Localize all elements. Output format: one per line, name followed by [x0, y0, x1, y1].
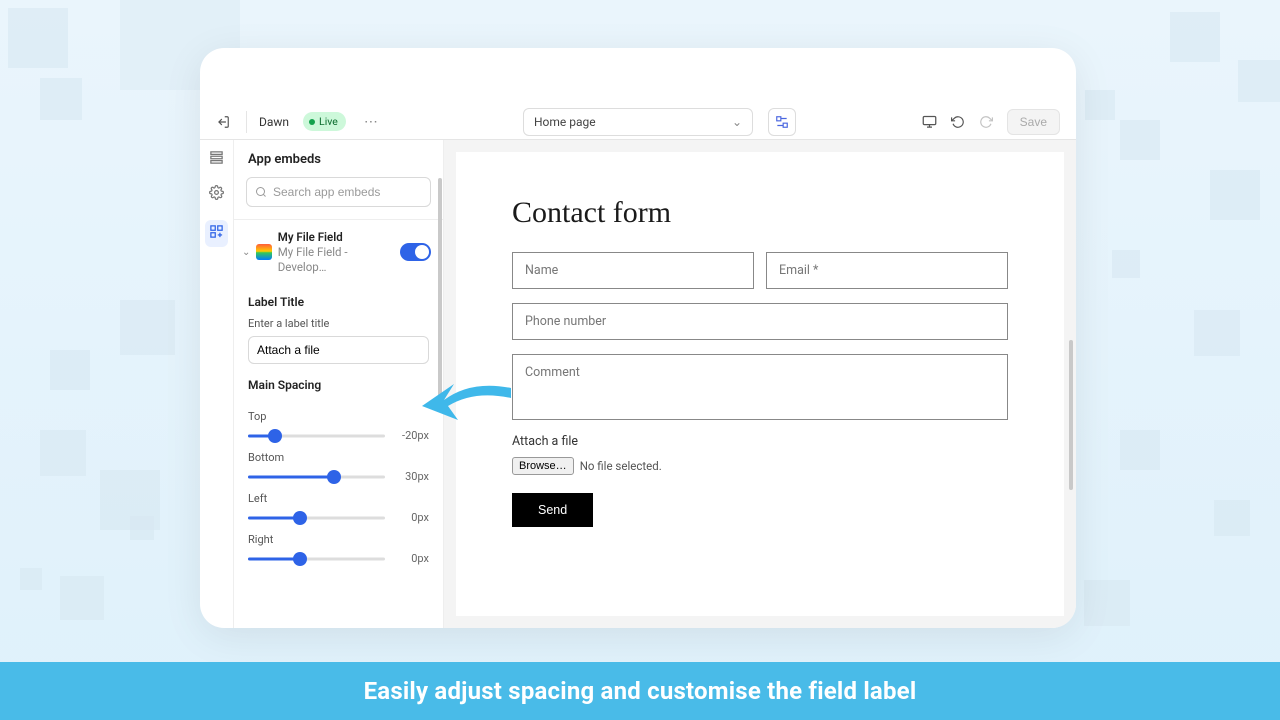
- browse-button[interactable]: Browse…: [512, 457, 574, 475]
- panel-scrollbar[interactable]: [438, 178, 442, 398]
- slider-label: Top: [248, 410, 429, 423]
- slider-top: Top -20px: [234, 404, 443, 445]
- app-card: Dawn Live ⋯ Home page ⌄ Save: [200, 48, 1076, 628]
- comment-field[interactable]: Comment: [512, 354, 1008, 420]
- embed-name: My File Field: [278, 230, 395, 245]
- sections-icon[interactable]: [209, 150, 224, 169]
- theme-settings-icon[interactable]: [209, 185, 224, 204]
- embed-subtitle: My File Field - Develop…: [278, 245, 395, 275]
- chevron-down-icon: ⌄: [732, 115, 742, 129]
- slider-track[interactable]: [248, 511, 385, 525]
- exit-icon[interactable]: [212, 115, 234, 129]
- slider-right: Right 0px: [234, 527, 443, 568]
- slider-bottom: Bottom 30px: [234, 445, 443, 486]
- settings-panel: App embeds ⌄ My File Field My File Field…: [234, 140, 444, 628]
- label-title-hint: Enter a label title: [248, 317, 429, 330]
- search-icon: [255, 183, 267, 202]
- email-field[interactable]: Email *: [766, 252, 1008, 289]
- preview-pane: Contact form Name Email * Phone number C…: [444, 140, 1076, 628]
- embed-item[interactable]: ⌄ My File Field My File Field - Develop…: [234, 220, 443, 285]
- live-badge: Live: [303, 112, 346, 131]
- form-heading: Contact form: [512, 196, 1008, 230]
- search-input[interactable]: [273, 185, 428, 199]
- app-icon: [256, 244, 271, 260]
- slider-track[interactable]: [248, 470, 385, 484]
- redo-icon[interactable]: [979, 115, 993, 129]
- inspector-toggle[interactable]: [768, 108, 796, 136]
- page-selector-label: Home page: [534, 115, 596, 129]
- slider-left: Left 0px: [234, 486, 443, 527]
- chevron-down-icon: ⌄: [242, 247, 250, 258]
- slider-track[interactable]: [248, 429, 385, 443]
- caption-banner: Easily adjust spacing and customise the …: [0, 662, 1280, 720]
- slider-track[interactable]: [248, 552, 385, 566]
- panel-title: App embeds: [234, 140, 443, 177]
- no-file-text: No file selected.: [580, 459, 662, 473]
- embed-toggle[interactable]: [400, 243, 431, 261]
- preview-scrollbar[interactable]: [1069, 340, 1073, 490]
- editor-topbar: Dawn Live ⋯ Home page ⌄ Save: [200, 104, 1076, 140]
- undo-icon[interactable]: [951, 115, 965, 129]
- slider-label: Left: [248, 492, 429, 505]
- save-button[interactable]: Save: [1007, 109, 1060, 135]
- app-embeds-icon[interactable]: [205, 220, 228, 247]
- label-title-input[interactable]: [248, 336, 429, 364]
- slider-value: 0px: [393, 511, 429, 524]
- left-rail: [200, 140, 234, 628]
- name-field[interactable]: Name: [512, 252, 754, 289]
- preview-canvas: Contact form Name Email * Phone number C…: [456, 152, 1064, 616]
- more-icon[interactable]: ⋯: [364, 114, 378, 130]
- search-input-wrap[interactable]: [246, 177, 431, 207]
- slider-value: 0px: [393, 552, 429, 565]
- desktop-icon[interactable]: [922, 114, 937, 129]
- main-spacing-heading: Main Spacing: [248, 378, 429, 392]
- slider-label: Right: [248, 533, 429, 546]
- send-button[interactable]: Send: [512, 493, 593, 527]
- slider-value: 30px: [393, 470, 429, 483]
- label-title-heading: Label Title: [248, 295, 429, 309]
- theme-name: Dawn: [259, 115, 289, 129]
- slider-value: -20px: [393, 429, 429, 442]
- attach-label: Attach a file: [512, 434, 1008, 449]
- slider-label: Bottom: [248, 451, 429, 464]
- phone-field[interactable]: Phone number: [512, 303, 1008, 340]
- caption-text: Easily adjust spacing and customise the …: [364, 677, 917, 705]
- page-selector[interactable]: Home page ⌄: [523, 108, 753, 136]
